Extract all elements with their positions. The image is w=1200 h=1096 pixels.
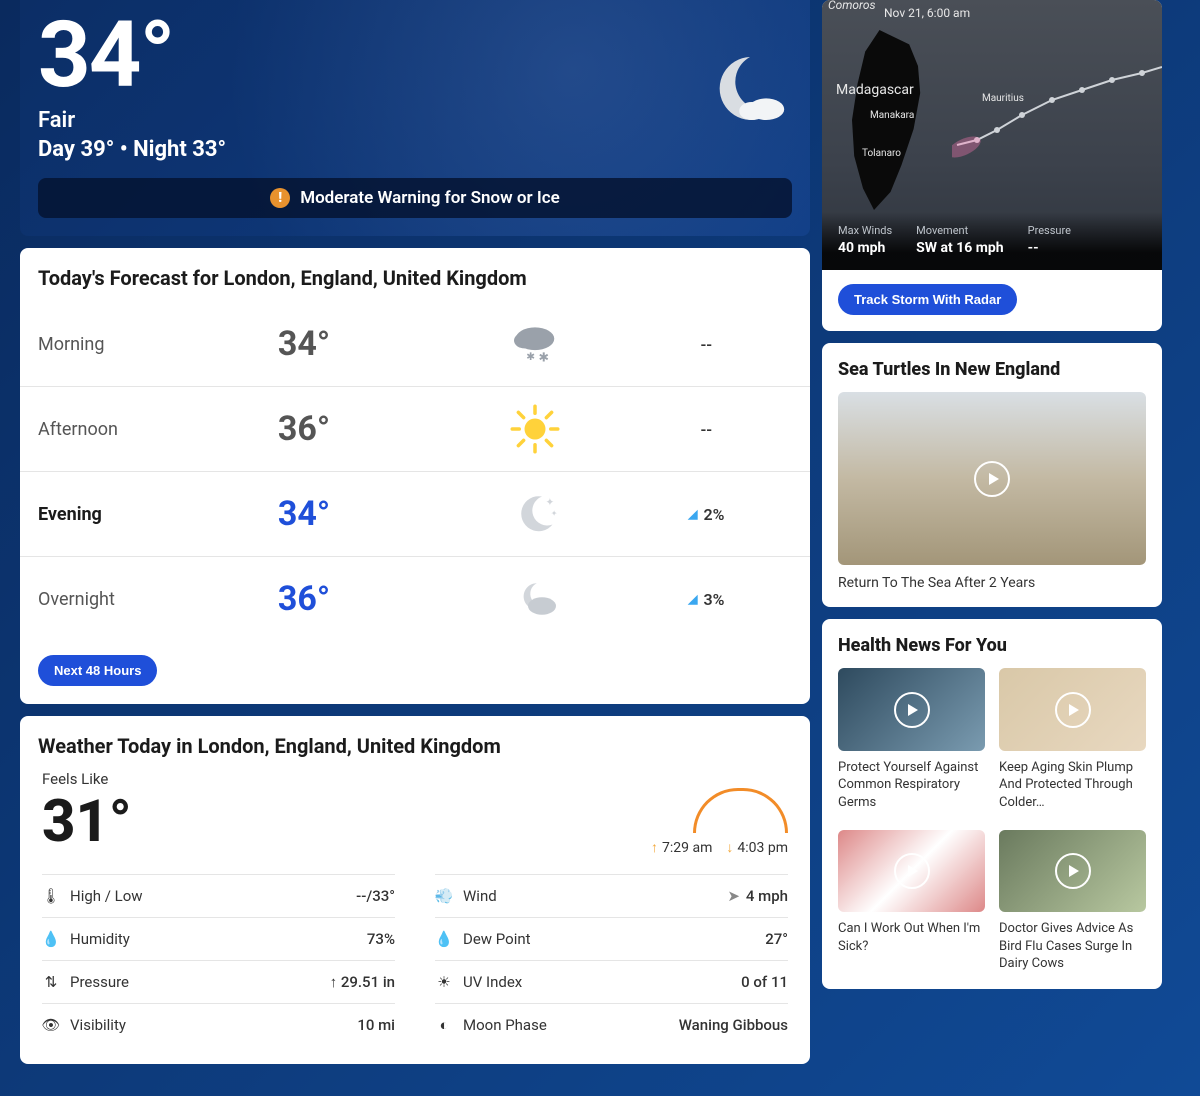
forecast-period-label: Overnight <box>38 589 278 610</box>
video-thumbnail <box>838 668 985 751</box>
weather-today-card: Weather Today in London, England, United… <box>20 716 810 1064</box>
sea-turtles-caption[interactable]: Return To The Sea After 2 Years <box>838 575 1146 591</box>
moon-cloud-icon <box>696 48 786 138</box>
pressure-icon: ⇅ <box>42 973 60 991</box>
snow-icon: ✱✱ <box>449 316 620 372</box>
clear-night-icon: ✦✦ <box>449 486 620 542</box>
map-label-madagascar: Madagascar <box>836 82 914 98</box>
storm-timestamp: Nov 21, 6:00 am <box>884 6 970 20</box>
visibility-icon: 👁 <box>42 1016 60 1034</box>
sunrise-sunset-block: 7:29 am 4:03 pm <box>651 788 788 856</box>
sun-arc-icon <box>693 788 788 833</box>
current-temperature: 34° <box>38 10 792 102</box>
svg-text:✱: ✱ <box>538 351 548 365</box>
current-condition: Fair <box>38 108 792 133</box>
play-icon <box>1055 692 1091 728</box>
forecast-title: Today's Forecast for London, England, Un… <box>20 266 810 302</box>
health-news-title: Health News For You <box>838 635 1146 656</box>
weather-alert-banner[interactable]: ! Moderate Warning for Snow or Ice <box>38 178 792 218</box>
storm-stat-pressure: Pressure -- <box>1028 224 1071 256</box>
forecast-temp: 36° <box>278 409 449 449</box>
health-item[interactable]: Protect Yourself Against Common Respirat… <box>838 668 985 811</box>
forecast-precip: ◢3% <box>621 590 792 609</box>
health-news-card: Health News For You Protect Yourself Aga… <box>822 619 1162 989</box>
health-caption: Can I Work Out When I'm Sick? <box>838 920 985 955</box>
detail-moon-phase: ◐Moon Phase Waning Gibbous <box>435 1003 788 1046</box>
warning-icon: ! <box>270 188 290 208</box>
video-thumbnail-turtles[interactable] <box>838 392 1146 565</box>
health-caption: Protect Yourself Against Common Respirat… <box>838 759 985 812</box>
forecast-period-label: Evening <box>38 504 278 525</box>
map-label-tolanaro: Tolanaro <box>862 148 901 159</box>
forecast-period-label: Morning <box>38 334 278 355</box>
detail-uv-index: ☀UV Index 0 of 11 <box>435 960 788 1003</box>
forecast-row-morning[interactable]: Morning 34° ✱✱ -- <box>20 302 810 387</box>
forecast-temp: 34° <box>278 494 449 534</box>
partly-cloudy-night-icon <box>449 571 620 627</box>
play-icon <box>894 853 930 889</box>
humidity-icon: 💧 <box>42 930 60 948</box>
current-conditions-hero: 34° Fair Day 39° • Night 33° ! Moderate … <box>20 0 810 236</box>
next-48-hours-button[interactable]: Next 48 Hours <box>38 655 157 686</box>
video-thumbnail <box>999 668 1146 751</box>
sunny-icon <box>449 401 620 457</box>
uv-icon: ☀ <box>435 973 453 991</box>
detail-dew-point: 💧Dew Point 27° <box>435 917 788 960</box>
sunset-time: 4:03 pm <box>726 839 788 856</box>
health-item[interactable]: Can I Work Out When I'm Sick? <box>838 830 985 973</box>
detail-wind: 💨Wind ➤4 mph <box>435 874 788 917</box>
raindrop-icon: ◢ <box>688 592 697 606</box>
storm-stat-max-winds: Max Winds 40 mph <box>838 224 892 256</box>
svg-text:✦: ✦ <box>545 495 554 508</box>
sea-turtles-title: Sea Turtles In New England <box>838 359 1146 380</box>
forecast-precip: -- <box>621 335 792 354</box>
play-icon <box>974 461 1010 497</box>
wind-icon: 💨 <box>435 887 453 905</box>
video-thumbnail <box>999 830 1146 913</box>
svg-text:✦: ✦ <box>551 509 558 518</box>
feels-like-label: Feels Like <box>42 770 132 788</box>
storm-stat-movement: Movement SW at 16 mph <box>916 224 1003 256</box>
forecast-row-afternoon[interactable]: Afternoon 36° -- <box>20 387 810 472</box>
day-night-temps: Day 39° • Night 33° <box>38 137 792 162</box>
health-caption: Doctor Gives Advice As Bird Flu Cases Su… <box>999 920 1146 973</box>
wind-direction-icon: ➤ <box>727 887 740 905</box>
svg-text:✱: ✱ <box>526 350 535 363</box>
storm-track-path-icon <box>952 45 1162 165</box>
forecast-precip: -- <box>621 420 792 439</box>
detail-visibility: 👁Visibility 10 mi <box>42 1003 395 1046</box>
storm-tracker-card: Comoros Nov 21, 6:00 am Madagascar Manak… <box>822 0 1162 331</box>
alert-text: Moderate Warning for Snow or Ice <box>300 188 560 208</box>
health-item[interactable]: Keep Aging Skin Plump And Protected Thro… <box>999 668 1146 811</box>
play-icon <box>1055 853 1091 889</box>
detail-high-low: 🌡High / Low --/33° <box>42 874 395 917</box>
feels-like-block: Feels Like 31° <box>42 770 132 856</box>
video-thumbnail <box>838 830 985 913</box>
play-icon <box>894 692 930 728</box>
detail-pressure: ⇅Pressure ↑ 29.51 in <box>42 960 395 1003</box>
map-label-comoros: Comoros <box>828 0 876 12</box>
todays-forecast-card: Today's Forecast for London, England, Un… <box>20 248 810 704</box>
forecast-precip: ◢2% <box>621 505 792 524</box>
weather-today-title: Weather Today in London, England, United… <box>20 734 810 770</box>
health-item[interactable]: Doctor Gives Advice As Bird Flu Cases Su… <box>999 830 1146 973</box>
map-label-manakara: Manakara <box>870 110 914 121</box>
raindrop-icon: ◢ <box>688 507 697 521</box>
forecast-row-evening[interactable]: Evening 34° ✦✦ ◢2% <box>20 472 810 557</box>
feels-like-value: 31° <box>42 788 132 856</box>
forecast-row-overnight[interactable]: Overnight 36° ◢3% <box>20 557 810 641</box>
forecast-temp: 36° <box>278 579 449 619</box>
detail-humidity: 💧Humidity 73% <box>42 917 395 960</box>
thermometer-icon: 🌡 <box>42 887 60 905</box>
track-storm-button[interactable]: Track Storm With Radar <box>838 284 1017 315</box>
forecast-temp: 34° <box>278 324 449 364</box>
dewpoint-icon: 💧 <box>435 930 453 948</box>
storm-map[interactable]: Comoros Nov 21, 6:00 am Madagascar Manak… <box>822 0 1162 270</box>
moon-phase-icon: ◐ <box>435 1016 453 1034</box>
forecast-period-label: Afternoon <box>38 419 278 440</box>
sea-turtles-card: Sea Turtles In New England Return To The… <box>822 343 1162 607</box>
health-caption: Keep Aging Skin Plump And Protected Thro… <box>999 759 1146 812</box>
sunrise-time: 7:29 am <box>651 839 712 856</box>
